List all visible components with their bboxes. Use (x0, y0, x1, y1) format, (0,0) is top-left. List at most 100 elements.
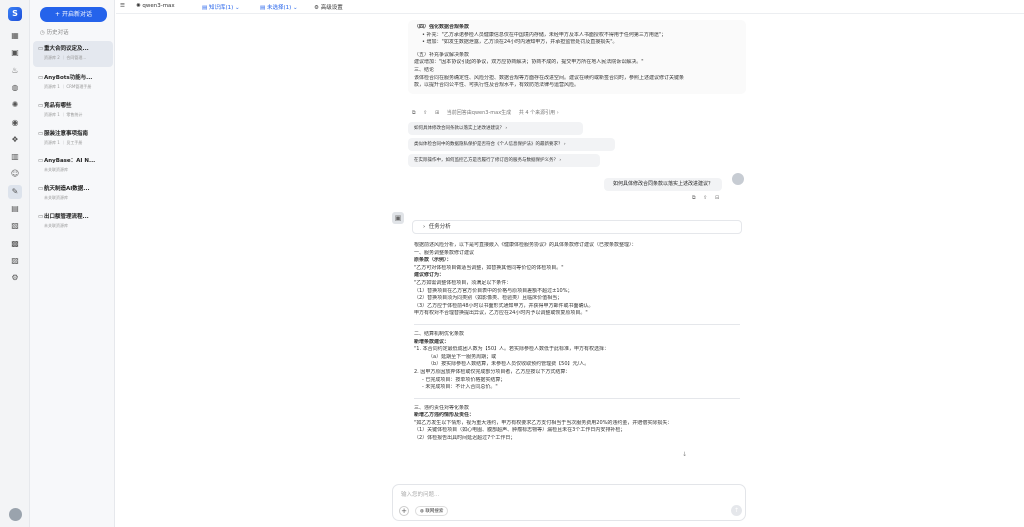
share-icon[interactable]: ⇪ (423, 110, 427, 116)
user-icon[interactable]: ☺ (8, 167, 22, 181)
conversation-title-text: 出口额管理流程... (44, 214, 89, 220)
ticket-icon[interactable]: ▩ (8, 237, 22, 251)
gear-icon[interactable]: ✺ (8, 98, 22, 112)
message-line: 原条款（示例）： (414, 257, 452, 264)
chat-area: （四）强化数据合规条款 • 补充："乙方承诺参检人员健康信息仅在中国境内存储，未经… (116, 14, 1024, 527)
fire-icon[interactable]: ♨ (8, 64, 22, 78)
message-line: 该体检合同在服务确定性、风险分担、数据合规等方面存在改进空间。建议在续约或新签合… (414, 74, 685, 81)
message-line: "乙方如需调整体检项目，须满足以下条件： (414, 279, 512, 286)
icon-rail: S ▦ ▣ ♨ ◍ ✺ ◉ ❖ ▥ ☺ ✎ ▤ ▧ ▩ ▨ ⚙ (0, 0, 30, 527)
user-message: 如何具体修改合同条款以落实上述改进建议？ (604, 178, 722, 191)
message-line: 新增条款建议： (414, 338, 450, 345)
message-line (414, 397, 740, 399)
chat-input[interactable]: 输入您的问题... (401, 490, 439, 498)
grid-icon[interactable]: ▦ (8, 29, 22, 43)
library-icon[interactable]: ▥ (8, 150, 22, 164)
selection-label: 未选择(1) (266, 5, 292, 11)
conversation-title: ▭航天制造AI数据... (38, 184, 109, 192)
selection-dropdown[interactable]: ▤ 未选择(1) ⌄ (260, 3, 298, 11)
user-avatar[interactable] (9, 508, 22, 521)
task-analysis-toggle[interactable]: › 任务分析 (412, 220, 742, 234)
scroll-down-icon[interactable]: ↓ (682, 451, 687, 458)
model-selector[interactable]: ✺ qwen3-max (136, 3, 175, 9)
model-icon: ✺ (136, 3, 141, 9)
delete-icon[interactable]: ⊟ (715, 195, 719, 201)
app-logo-icon[interactable]: S (8, 7, 22, 21)
book-icon: ▤ (260, 5, 266, 11)
document-icon[interactable]: ▤ (8, 202, 22, 216)
message-line: （a）延期至下一服务周期；或 (428, 353, 497, 360)
conversation-meta: 资源库 2 ｜ 合同管理... (44, 55, 87, 60)
attach-button[interactable]: + (399, 506, 409, 516)
message-line: 根据前述风险分析，以下是可直接嵌入《健康体检服务协议》的具体条款修订建议（已按条… (414, 242, 637, 248)
message-line: （2）体检报告出具时间延迟超过7个工作日； (414, 435, 516, 442)
bot-avatar-icon: ▣ (392, 212, 404, 224)
conversation-item[interactable]: ▭竞品有哪些 资源库 1 ｜ 零售统计 (33, 98, 113, 124)
message-line: "1. 本合同约定最低成团人数为【50】人。若实际参检人数低于此标准，甲方有权选… (414, 346, 610, 353)
menu-icon[interactable]: ☰ (120, 3, 125, 9)
message-line: "乙方可对体检项目做适当调整，如替换其他同等价位的体检项目。" (414, 264, 564, 271)
chevron-down-icon: ⌄ (293, 5, 298, 11)
globe-icon[interactable]: ◍ (8, 81, 22, 95)
suggestion-3[interactable]: 在实际操作中，如何监控乙方是否履行了修订后的服务与数据保护义务？ › (408, 154, 600, 167)
conversation-item[interactable]: ▭重大合同议定及... 资源库 2 ｜ 合同管理... (33, 41, 113, 67)
image-icon[interactable]: ▧ (8, 219, 22, 233)
history-icon: ◷ (40, 30, 45, 36)
conversation-item[interactable]: ▭航天制造AI数据... 未关联资源库 (33, 181, 113, 207)
chevron-right-icon: › (423, 224, 426, 230)
chart-icon[interactable]: ▨ (8, 254, 22, 268)
message-line: • 补充："乙方承诺参检人员健康信息仅在中国境内存储，未经甲方及本人书面授权不得… (422, 31, 667, 38)
assistant-message-2: 根据前述风险分析，以下是可直接嵌入《健康体检服务协议》的具体条款修订建议（已按条… (408, 238, 746, 447)
suggestion-2[interactable]: 类似体检合同中的数据隐私保护是否符合《个人信息保护法》的最新要求？ › (408, 138, 615, 151)
conversation-item[interactable]: ▭服装注意事项指南 资源库 1 ｜ 员工手册 (33, 126, 113, 152)
message-line: 一、服务调整条款修订建议 (414, 249, 475, 256)
knowledge-selector[interactable]: ▤ 知识库(1) ⌄ (202, 3, 240, 11)
chat-icon[interactable]: ✎ (8, 184, 22, 199)
export-icon[interactable]: ⊞ (435, 110, 439, 116)
advanced-settings-button[interactable]: ⚙ 高级设置 (314, 3, 343, 11)
user-avatar-chat (732, 173, 744, 185)
chevron-down-icon: ⌄ (235, 5, 240, 11)
conversation-meta: 资源库 1 ｜ 员工手册 (44, 140, 83, 145)
message-actions: ⧉ ⇪ ⊞ 当前回答由qwen3-max生成 共 4 个来源引用 › (412, 109, 565, 116)
conversation-meta: 未关联资源库 (44, 167, 68, 172)
suggestion-1[interactable]: 如何具体修改合同条款以落实上述改进建议？ › (408, 122, 583, 135)
chat-input-box[interactable]: 输入您的问题... + ◍ 联网搜索 ↑ (392, 484, 746, 521)
copy-icon[interactable]: ⧉ (692, 195, 696, 201)
box-icon[interactable]: ▣ (8, 46, 22, 60)
message-line: - 未完成项目：不计入合同总价。" (422, 384, 498, 391)
model-name: qwen3-max (142, 3, 175, 9)
history-label: 历史对话 (46, 30, 69, 36)
task-analysis-label: 任务分析 (428, 224, 451, 230)
message-line: 甲方有权对不合理替换提出异议，乙方应在24小时内予以调整或恢复原项目。" (414, 310, 588, 317)
conversation-title-text: 服装注意事项指南 (44, 131, 89, 137)
sources-link[interactable]: 共 4 个来源引用 › (519, 110, 559, 116)
new-chat-button[interactable]: + 开启新对话 (40, 7, 107, 22)
message-line: 款，以提升合同公平性、可执行性及合规水平，有效防范法律与运营风险。 (414, 82, 580, 89)
conversation-meta: 资源库 1 ｜ 零售统计 (44, 112, 83, 117)
message-line: （1）关键体检项目（如心电图、腹部超声、肿瘤标志物等）漏检且未在3个工作日内安排… (414, 427, 626, 434)
web-search-toggle[interactable]: ◍ 联网搜索 (415, 506, 449, 516)
user-message-actions: ⧉ ⇪ ⊟ (692, 195, 725, 201)
message-line: （四）强化数据合规条款 (414, 24, 470, 30)
copy-icon[interactable]: ⧉ (412, 110, 416, 116)
conversation-sidebar: + 开启新对话 ◷ 历史对话 ▭重大合同议定及... 资源库 2 ｜ 合同管理..… (30, 0, 115, 527)
share-icon[interactable]: ⇪ (703, 195, 707, 201)
conversation-item[interactable]: ▭AnyBots功能与... 资源库 1 ｜ CRM管理手册 (33, 70, 113, 96)
message-line: （1）替换项目在乙方官方价目表中的价格与原项目差额不超过±10%； (414, 287, 573, 294)
network-icon[interactable]: ❖ (8, 133, 22, 147)
message-line: 三、违约责任对等化条款 (414, 404, 470, 411)
settings-icon[interactable]: ⚙ (8, 271, 22, 285)
conversation-meta: 资源库 1 ｜ CRM管理手册 (44, 84, 92, 89)
advanced-label: 高级设置 (320, 5, 343, 11)
conversation-title-text: AnyBots功能与... (44, 75, 93, 81)
model-note: 当前回答由qwen3-max生成 (446, 110, 512, 116)
conversation-item[interactable]: ▭出口额管理流程... 未关联资源库 (33, 209, 113, 235)
send-button[interactable]: ↑ (731, 505, 742, 516)
shield-icon[interactable]: ◉ (8, 116, 22, 130)
conversation-item[interactable]: ▭AnyBase：AI N... 未关联资源库 (33, 153, 113, 179)
globe-icon: ◍ (420, 509, 424, 514)
conversation-title: ▭重大合同议定及... (38, 44, 109, 52)
gear-icon: ⚙ (314, 5, 319, 11)
conversation-title: ▭AnyBase：AI N... (38, 156, 109, 164)
